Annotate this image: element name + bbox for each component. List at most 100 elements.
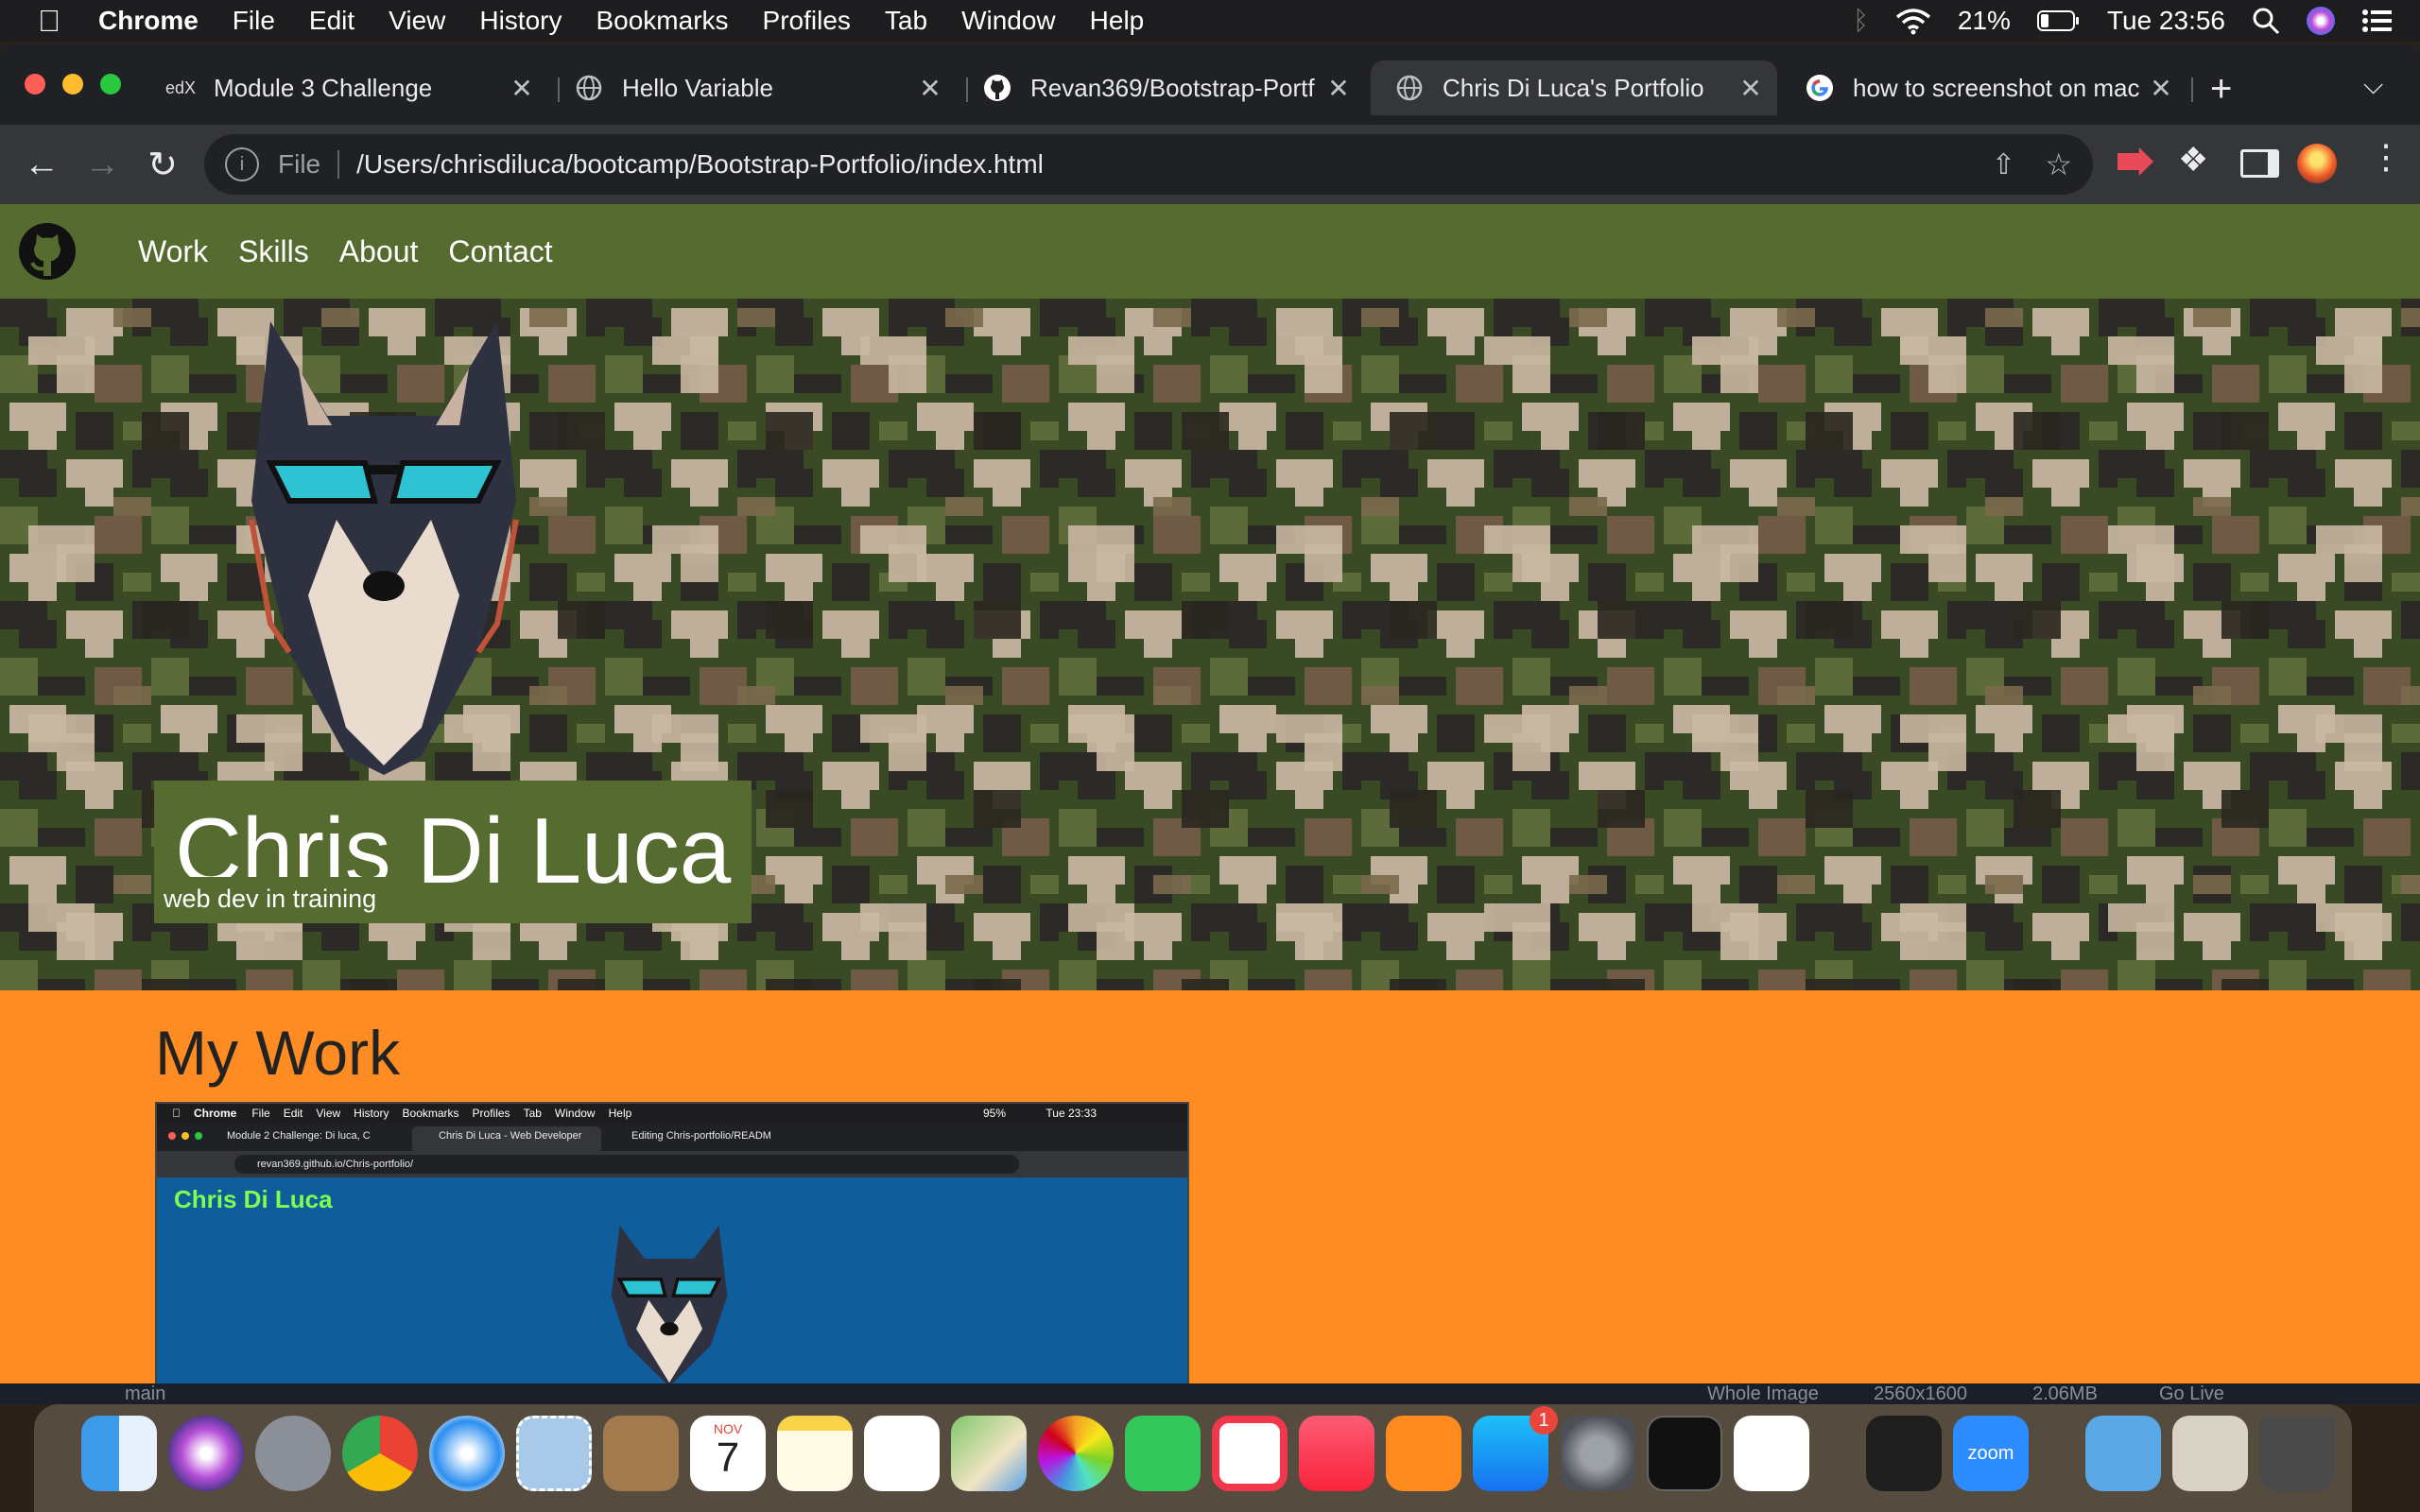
books-icon[interactable] bbox=[1386, 1416, 1461, 1491]
apple-menu-icon[interactable]:  bbox=[38, 4, 66, 39]
terminal-icon[interactable] bbox=[1647, 1416, 1722, 1491]
safari-icon[interactable] bbox=[429, 1416, 505, 1491]
new-tab-plus-icon[interactable]: + bbox=[2210, 70, 2232, 108]
github-desktop-icon[interactable] bbox=[1866, 1416, 1942, 1491]
menu-window[interactable]: Window bbox=[961, 6, 1056, 36]
vscode-icon[interactable] bbox=[1734, 1416, 1809, 1491]
vscode-go-live[interactable]: Go Live bbox=[2159, 1383, 2224, 1405]
menu-view[interactable]: View bbox=[389, 6, 445, 36]
extension-arrow-icon[interactable] bbox=[2118, 147, 2153, 176]
menubar-status-area: ᛒ 21% Tue 23:56 bbox=[1853, 0, 2394, 42]
chrome-window: edX Module 3 Challenge ✕ Hello Variable … bbox=[0, 43, 2420, 1383]
menu-bookmarks[interactable]: Bookmarks bbox=[596, 6, 728, 36]
chrome-icon[interactable] bbox=[342, 1416, 418, 1491]
nav-link-about[interactable]: About bbox=[339, 234, 419, 269]
bookmark-star-icon[interactable]: ☆ bbox=[2045, 146, 2072, 182]
minimize-window-button[interactable] bbox=[62, 74, 83, 94]
close-tab-icon[interactable]: ✕ bbox=[1732, 73, 1770, 104]
tab-github-repo[interactable]: Revan369/Bootstrap-Portf ✕ bbox=[959, 60, 1365, 115]
menubar-clock[interactable]: Tue 23:56 bbox=[2107, 6, 2225, 36]
chrome-menu-icon[interactable]: ⋮ bbox=[2369, 140, 2403, 174]
news-icon[interactable] bbox=[1212, 1416, 1288, 1491]
menu-app-name[interactable]: Chrome bbox=[98, 6, 199, 36]
vscode-size: 2.06MB bbox=[2032, 1383, 2098, 1404]
photos-icon[interactable] bbox=[1038, 1416, 1114, 1491]
battery-icon[interactable] bbox=[2036, 9, 2081, 32]
siri-icon[interactable] bbox=[2307, 7, 2335, 35]
trash-icon[interactable] bbox=[2259, 1416, 2335, 1491]
extensions-puzzle-icon[interactable]: ❖ bbox=[2178, 140, 2208, 180]
menu-profiles[interactable]: Profiles bbox=[763, 6, 851, 36]
thumb-menu-item: Bookmarks bbox=[393, 1107, 459, 1120]
nav-link-work[interactable]: Work bbox=[138, 234, 208, 269]
wifi-icon[interactable] bbox=[1895, 7, 1931, 35]
downloads-folder-icon[interactable] bbox=[2085, 1416, 2161, 1491]
close-window-button[interactable] bbox=[25, 74, 45, 94]
github-icon[interactable] bbox=[17, 221, 78, 282]
calendar-day: 7 bbox=[716, 1435, 740, 1481]
finder-icon[interactable] bbox=[81, 1416, 157, 1491]
system-settings-gear-icon[interactable] bbox=[1560, 1416, 1635, 1491]
globe-icon bbox=[1395, 74, 1424, 102]
back-arrow-icon[interactable]: ← bbox=[15, 138, 68, 191]
close-tab-icon[interactable]: ✕ bbox=[2142, 73, 2180, 104]
macos-menubar:  Chrome File Edit View History Bookmark… bbox=[0, 0, 2420, 42]
maps-icon[interactable] bbox=[951, 1416, 1027, 1491]
share-icon[interactable]: ⇧ bbox=[1992, 148, 2015, 181]
calendar-icon[interactable]: NOV 7 bbox=[690, 1416, 766, 1491]
tab-separator bbox=[2191, 77, 2193, 102]
menu-help[interactable]: Help bbox=[1090, 6, 1145, 36]
launchpad-icon[interactable] bbox=[255, 1416, 331, 1491]
app-store-icon[interactable]: 1 bbox=[1473, 1406, 1558, 1491]
bluetooth-icon[interactable]: ᛒ bbox=[1853, 6, 1869, 36]
menu-tab[interactable]: Tab bbox=[885, 6, 927, 36]
tab-module-3-challenge[interactable]: edX Module 3 Challenge ✕ bbox=[142, 60, 548, 115]
reminders-icon[interactable] bbox=[864, 1416, 940, 1491]
thumb-tab: Chris Di Luca - Web Developer bbox=[439, 1130, 582, 1142]
close-tab-icon[interactable]: ✕ bbox=[911, 73, 949, 104]
screenshots-stack-icon[interactable] bbox=[2172, 1416, 2248, 1491]
tab-google-search[interactable]: how to screenshot on mac ✕ bbox=[1781, 60, 2187, 115]
macos-dock: NOV 7 1 zoom bbox=[34, 1404, 2352, 1512]
menu-history[interactable]: History bbox=[479, 6, 562, 36]
forward-arrow-icon[interactable]: → bbox=[76, 138, 129, 191]
project-screenshot-thumbnail[interactable]:  Chrome File Edit View History Bookmark… bbox=[155, 1102, 1189, 1383]
tab-title: Revan369/Bootstrap-Portf bbox=[1030, 73, 1315, 102]
spotlight-search-icon[interactable] bbox=[2252, 7, 2280, 35]
music-icon[interactable] bbox=[1299, 1416, 1374, 1491]
menu-file[interactable]: File bbox=[233, 6, 275, 36]
thumb-site-name: Chris Di Luca bbox=[174, 1185, 333, 1213]
zoom-window-button[interactable] bbox=[100, 74, 121, 94]
thumb-menu-item: Edit bbox=[274, 1107, 303, 1120]
nav-link-contact[interactable]: Contact bbox=[448, 234, 552, 269]
tab-search-chevron-icon[interactable]: ⌵ bbox=[2363, 70, 2383, 101]
site-navbar: Work Skills About Contact bbox=[0, 204, 2420, 299]
close-tab-icon[interactable]: ✕ bbox=[1320, 73, 1357, 104]
tab-hello-variable[interactable]: Hello Variable ✕ bbox=[550, 60, 957, 115]
site-info-icon[interactable]: i bbox=[225, 147, 259, 181]
nav-link-skills[interactable]: Skills bbox=[238, 234, 309, 269]
thumb-menu-item: Help bbox=[599, 1107, 632, 1120]
thumb-zoom-light bbox=[195, 1132, 202, 1140]
thumb-tab: Module 2 Challenge: Di luca, C bbox=[227, 1130, 371, 1142]
facetime-icon[interactable] bbox=[1125, 1416, 1201, 1491]
profile-avatar[interactable] bbox=[2297, 144, 2337, 183]
tab-title: how to screenshot on mac bbox=[1853, 73, 2140, 102]
tab-portfolio-active[interactable]: Chris Di Luca's Portfolio ✕ bbox=[1371, 60, 1777, 115]
thumb-tab: Editing Chris-portfolio/READM bbox=[631, 1130, 771, 1142]
control-center-icon[interactable] bbox=[2361, 9, 2394, 33]
thumb-clock: Tue 23:33 bbox=[1046, 1107, 1097, 1120]
side-panel-icon[interactable] bbox=[2240, 149, 2279, 178]
menu-edit[interactable]: Edit bbox=[309, 6, 354, 36]
address-url[interactable]: /Users/chrisdiluca/bootcamp/Bootstrap-Po… bbox=[356, 149, 1044, 180]
close-tab-icon[interactable]: ✕ bbox=[503, 73, 541, 104]
siri-icon[interactable] bbox=[168, 1416, 244, 1491]
reload-icon[interactable]: ↻ bbox=[136, 138, 189, 191]
thumb-menu-item: Chrome bbox=[185, 1107, 236, 1120]
mail-stamp-icon[interactable] bbox=[516, 1416, 592, 1491]
vscode-branch[interactable]: main bbox=[125, 1383, 165, 1405]
address-bar[interactable]: i File /Users/chrisdiluca/bootcamp/Boots… bbox=[204, 134, 2093, 195]
zoom-icon[interactable]: zoom bbox=[1953, 1416, 2029, 1491]
notes-icon[interactable] bbox=[777, 1416, 853, 1491]
contacts-icon[interactable] bbox=[603, 1416, 679, 1491]
